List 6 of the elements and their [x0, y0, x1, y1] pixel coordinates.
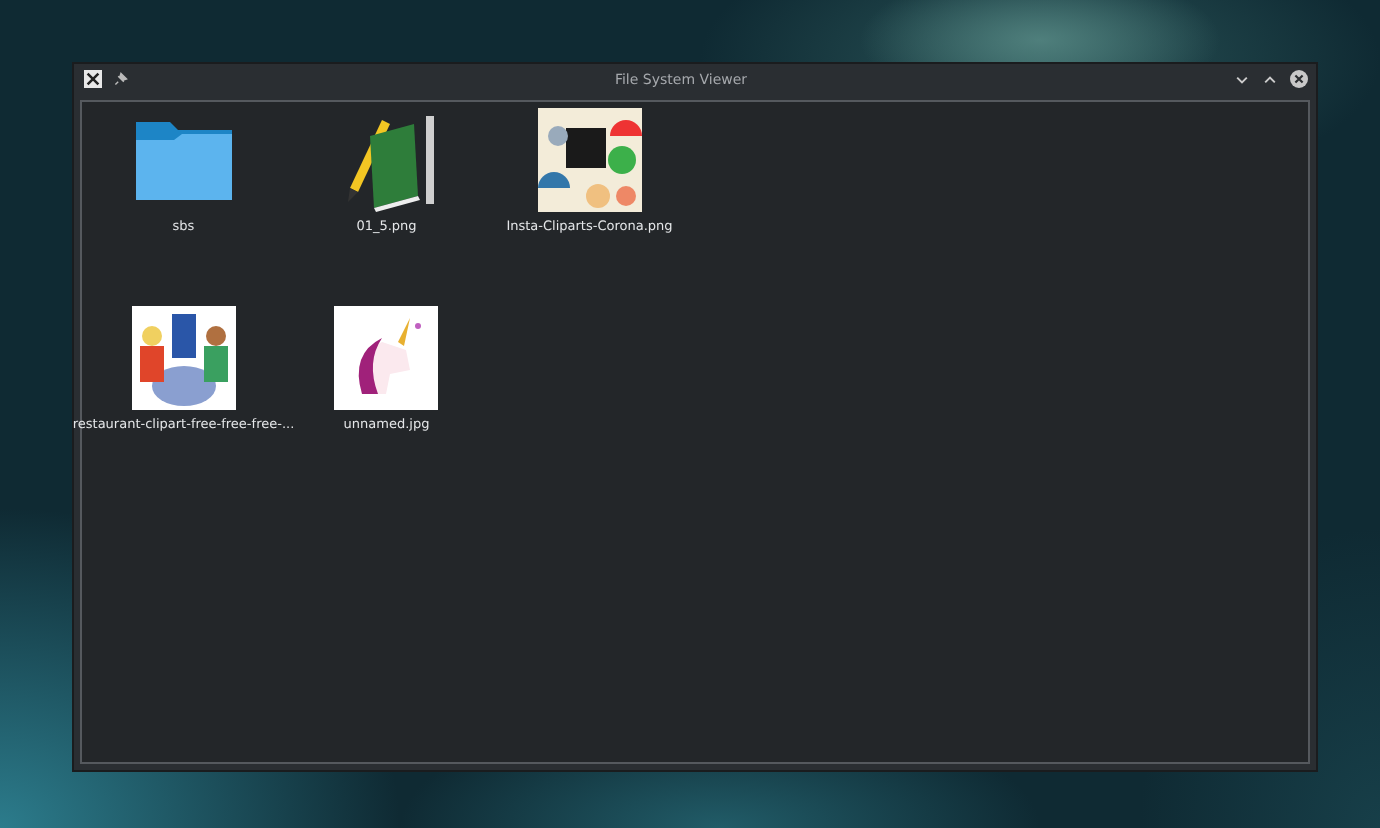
minimize-icon[interactable] [1234, 71, 1250, 87]
pin-icon[interactable] [114, 72, 128, 86]
close-icon[interactable] [1290, 70, 1308, 88]
app-icon[interactable] [84, 70, 102, 88]
maximize-icon[interactable] [1262, 71, 1278, 87]
folder-icon[interactable] [133, 118, 234, 202]
